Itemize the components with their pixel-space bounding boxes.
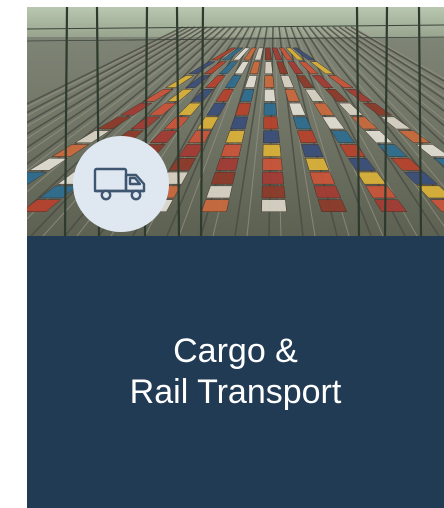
- truck-icon: [93, 167, 146, 201]
- card-title: Cargo & Rail Transport: [27, 331, 444, 413]
- cargo-rail-transport-card[interactable]: Cargo & Rail Transport: [27, 7, 444, 508]
- caption-panel: Cargo & Rail Transport: [27, 236, 444, 508]
- card-title-line-1: Cargo &: [173, 332, 298, 370]
- truck-icon-badge: [73, 136, 169, 232]
- card-title-line-2: Rail Transport: [129, 373, 342, 411]
